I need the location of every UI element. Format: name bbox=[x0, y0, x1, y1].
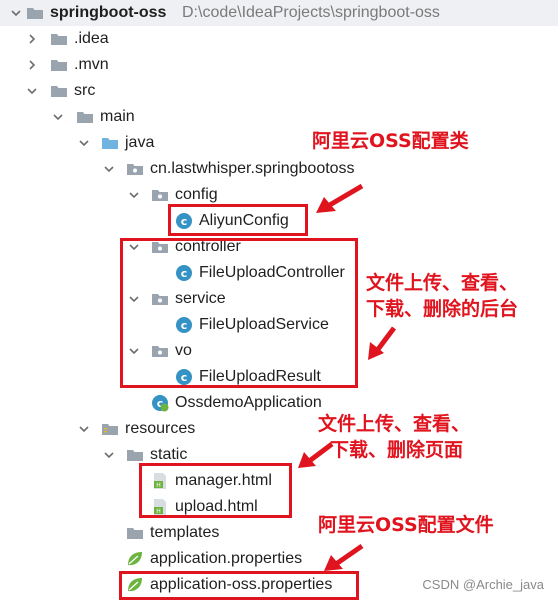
spring-leaf-icon bbox=[126, 550, 144, 568]
project-path: D:\code\IdeaProjects\springboot-oss bbox=[182, 4, 440, 21]
annotation-arrow-icon bbox=[316, 183, 364, 213]
tree-item-label: main bbox=[100, 108, 135, 125]
tree-item-application-properties[interactable]: application.properties bbox=[0, 546, 558, 572]
chevron-down-icon[interactable] bbox=[78, 423, 90, 435]
folder-icon bbox=[126, 524, 144, 542]
package-icon bbox=[151, 186, 169, 204]
folder-icon bbox=[26, 4, 44, 22]
highlight-box-backend bbox=[120, 238, 358, 388]
annotation-pages-line2: 下载、删除页面 bbox=[330, 439, 464, 461]
tree-item-label: src bbox=[74, 82, 96, 99]
tree-item-ossdemo-application[interactable]: OssdemoApplication bbox=[0, 390, 558, 416]
tree-item-src[interactable]: src bbox=[0, 78, 558, 104]
chevron-down-icon[interactable] bbox=[103, 449, 115, 461]
highlight-box-aliyun-config bbox=[168, 204, 308, 236]
annotation-arrow-icon bbox=[324, 543, 364, 571]
folder-icon bbox=[76, 108, 94, 126]
folder-icon bbox=[50, 82, 68, 100]
resources-folder-icon bbox=[101, 420, 119, 438]
tree-item-label: cn.lastwhisper.springbootoss bbox=[150, 160, 355, 177]
tree-item-label: .idea bbox=[74, 30, 109, 47]
folder-icon bbox=[50, 30, 68, 48]
annotation-arrow-icon bbox=[298, 442, 334, 468]
project-root-row[interactable]: springboot-oss D:\code\IdeaProjects\spri… bbox=[0, 0, 558, 26]
chevron-down-icon[interactable] bbox=[52, 111, 64, 123]
folder-icon bbox=[50, 56, 68, 74]
annotation-oss-config-class: 阿里云OSS配置类 bbox=[312, 130, 469, 152]
source-folder-icon bbox=[101, 134, 119, 152]
package-icon bbox=[126, 160, 144, 178]
tree-item-package[interactable]: cn.lastwhisper.springbootoss bbox=[0, 156, 558, 182]
tree-item-label: OssdemoApplication bbox=[175, 394, 322, 411]
spring-boot-class-icon bbox=[151, 394, 169, 412]
tree-item-label: java bbox=[125, 134, 155, 151]
watermark: CSDN @Archie_java bbox=[422, 577, 544, 592]
tree-item-resources[interactable]: resources bbox=[0, 416, 558, 442]
project-name: springboot-oss bbox=[50, 4, 167, 21]
tree-item-label: application.properties bbox=[150, 550, 303, 567]
folder-icon bbox=[126, 446, 144, 464]
tree-item-java[interactable]: java bbox=[0, 130, 558, 156]
chevron-right-icon[interactable] bbox=[26, 33, 38, 45]
annotation-backend-line1: 文件上传、查看、 bbox=[366, 272, 519, 294]
chevron-down-icon[interactable] bbox=[78, 137, 90, 149]
chevron-right-icon[interactable] bbox=[26, 59, 38, 71]
tree-item-label: resources bbox=[125, 420, 196, 437]
chevron-down-icon[interactable] bbox=[103, 163, 115, 175]
annotation-oss-config-file: 阿里云OSS配置文件 bbox=[318, 514, 494, 536]
annotation-backend-line2: 下载、删除的后台 bbox=[366, 298, 519, 320]
chevron-down-icon[interactable] bbox=[128, 189, 140, 201]
tree-item-label: templates bbox=[150, 524, 220, 541]
annotation-pages-line1: 文件上传、查看、 bbox=[318, 413, 471, 435]
tree-item-label: .mvn bbox=[74, 56, 109, 73]
highlight-box-pages bbox=[139, 463, 292, 518]
tree-item-mvn[interactable]: .mvn bbox=[0, 52, 558, 78]
annotation-arrow-icon bbox=[368, 326, 396, 360]
tree-item-idea[interactable]: .idea bbox=[0, 26, 558, 52]
tree-item-main[interactable]: main bbox=[0, 104, 558, 130]
chevron-down-icon[interactable] bbox=[10, 7, 22, 19]
chevron-down-icon[interactable] bbox=[26, 85, 38, 97]
